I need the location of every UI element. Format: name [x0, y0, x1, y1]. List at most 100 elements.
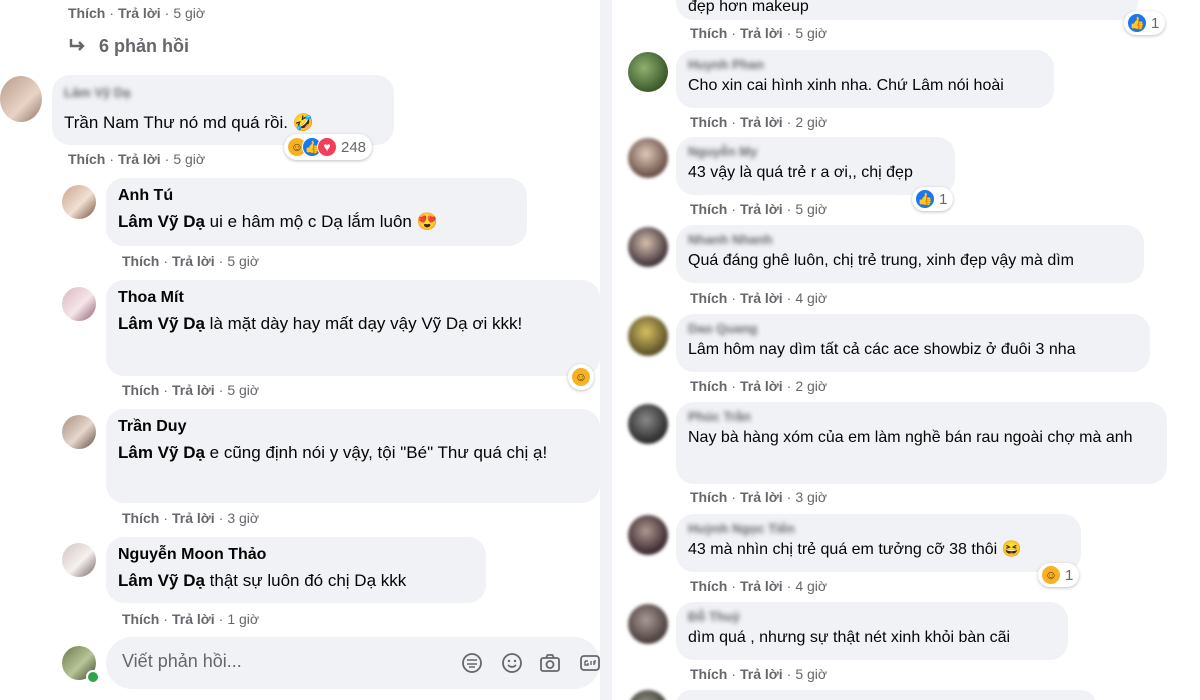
emoji-icon[interactable]	[500, 651, 524, 675]
timestamp[interactable]: 5 giờ	[173, 151, 205, 167]
like-link[interactable]: Thích	[690, 378, 727, 394]
like-link[interactable]: Thích	[122, 253, 159, 269]
avatar[interactable]	[62, 287, 96, 321]
reply-link[interactable]: Trả lời	[118, 151, 161, 167]
comment-actions: Thích · Trả lời · 5 giờ	[690, 666, 828, 682]
like-link[interactable]: Thích	[690, 666, 727, 682]
comment-author[interactable]: Huynh Phan	[688, 58, 1042, 72]
avatar[interactable]	[628, 52, 668, 92]
reply-link[interactable]: Trả lời	[740, 25, 783, 41]
comment-author[interactable]: Anh Tú	[118, 186, 515, 206]
reply-link[interactable]: Trả lời	[172, 382, 215, 398]
reply-composer[interactable]: Viết phản hồi...	[106, 637, 600, 689]
like-link[interactable]: Thích	[690, 290, 727, 306]
timestamp[interactable]: 2 giờ	[795, 378, 827, 394]
reply-link[interactable]: Trả lời	[172, 510, 215, 526]
comment-author[interactable]: Nguyễn My	[688, 145, 943, 159]
comment-bubble: Huynh Phan Cho xin cai hình xinh nha. Ch…	[676, 50, 1054, 108]
avatar-sticker-icon[interactable]	[460, 651, 484, 675]
timestamp[interactable]: 3 giờ	[227, 510, 259, 526]
avatar[interactable]	[628, 690, 668, 700]
reply-link[interactable]: Trả lời	[740, 489, 783, 505]
reply-link[interactable]: Trả lời	[740, 666, 783, 682]
avatar[interactable]	[62, 415, 96, 449]
comment-text: Lâm Vỹ Dạ thật sự luôn đó chị Dạ kkk	[118, 571, 407, 590]
avatar[interactable]	[62, 543, 96, 577]
comment-bubble: Đỗ Thuỷ dìm quá , nhưng sự thật nét xinh…	[676, 602, 1068, 660]
like-link[interactable]: Thích	[68, 151, 105, 167]
reply-actions: Thích · Trả lời · 5 giờ	[122, 382, 260, 398]
timestamp[interactable]: 2 giờ	[795, 114, 827, 130]
comment-actions: Thích · Trả lời · 2 giờ	[690, 114, 828, 130]
gif-icon[interactable]	[578, 651, 600, 675]
like-link[interactable]: Thích	[122, 611, 159, 627]
like-link[interactable]: Thích	[690, 114, 727, 130]
avatar[interactable]	[0, 76, 42, 122]
reply-link[interactable]: Trả lời	[118, 5, 161, 21]
avatar[interactable]	[62, 185, 96, 219]
mention-link[interactable]: Lâm Vỹ Dạ	[118, 571, 205, 590]
comment-author[interactable]: Nhanh Nhanh	[688, 233, 1132, 247]
timestamp[interactable]: 5 giờ	[795, 666, 827, 682]
reaction-summary[interactable]: ☺ 👍 ♥ 248	[284, 134, 373, 160]
reaction-summary[interactable]: 👍 1	[1124, 11, 1166, 35]
camera-icon[interactable]	[538, 651, 562, 675]
mention-link[interactable]: Lâm Vỹ Dạ	[118, 212, 205, 231]
view-replies-link[interactable]: 6 phản hồi	[68, 36, 189, 57]
reaction-count: 248	[341, 138, 367, 156]
reply-link[interactable]: Trả lời	[740, 378, 783, 394]
reaction-count: 1	[1065, 566, 1074, 584]
comment-actions: Thích · Trả lời · 5 giờ	[690, 25, 828, 41]
timestamp[interactable]: 1 giờ	[227, 611, 259, 627]
timestamp[interactable]: 5 giờ	[795, 201, 827, 217]
reaction-count: 1	[939, 190, 948, 208]
reply-bubble: Trần Duy Lâm Vỹ Dạ e cũng định nói y vậy…	[106, 409, 600, 503]
timestamp[interactable]: 5 giờ	[227, 253, 259, 269]
like-link[interactable]: Thích	[122, 382, 159, 398]
timestamp[interactable]: 4 giờ	[795, 578, 827, 594]
avatar[interactable]	[628, 515, 668, 555]
timestamp[interactable]: 4 giờ	[795, 290, 827, 306]
reply-link[interactable]: Trả lời	[172, 253, 215, 269]
comment-author[interactable]: Nguyễn Moon Thảo	[118, 545, 474, 565]
reply-link[interactable]: Trả lời	[740, 114, 783, 130]
like-link[interactable]: Thích	[122, 510, 159, 526]
comment-author[interactable]: Phúc Trần	[688, 410, 1155, 424]
like-link[interactable]: Thích	[690, 201, 727, 217]
like-link[interactable]: Thích	[690, 25, 727, 41]
mention-link[interactable]: Lâm Vỹ Dạ	[118, 314, 205, 333]
comment-author[interactable]: Dao Quang	[688, 322, 1138, 336]
reply-actions: Thích · Trả lời · 1 giờ	[122, 611, 260, 627]
reaction-summary[interactable]: 👍 1	[912, 187, 954, 211]
comment-author[interactable]: Trần Duy	[118, 417, 588, 437]
like-icon: 👍	[1127, 13, 1147, 33]
comment-author[interactable]: Huỳnh Ngọc Tiến	[688, 522, 1069, 536]
avatar[interactable]	[628, 404, 668, 444]
timestamp[interactable]: 5 giờ	[227, 382, 259, 398]
avatar[interactable]	[628, 316, 668, 356]
timestamp[interactable]: 5 giờ	[795, 25, 827, 41]
avatar[interactable]	[628, 138, 668, 178]
comment-author[interactable]: Đỗ Thuỷ	[688, 610, 1056, 624]
reply-actions: Thích · Trả lời · 5 giờ	[122, 253, 260, 269]
comment-author[interactable]: Thoa Mít	[118, 288, 588, 308]
reply-link[interactable]: Trả lời	[740, 201, 783, 217]
reply-input[interactable]: Viết phản hồi...	[122, 651, 242, 672]
comment-text: đẹp hơn makeup	[688, 0, 809, 15]
like-link[interactable]: Thích	[690, 578, 727, 594]
online-status-dot	[86, 670, 100, 684]
reaction-summary[interactable]: ☺ 1	[1038, 563, 1080, 587]
like-link[interactable]: Thích	[690, 489, 727, 505]
reply-link[interactable]: Trả lời	[740, 578, 783, 594]
comment-author[interactable]: Lâm Vỹ Dạ	[64, 83, 382, 103]
mention-link[interactable]: Lâm Vỹ Dạ	[118, 443, 205, 462]
like-link[interactable]: Thích	[68, 5, 105, 21]
timestamp[interactable]: 5 giờ	[173, 5, 205, 21]
reply-link[interactable]: Trả lời	[172, 611, 215, 627]
comment-bubble: Nguyễn My 43 vậy là quá trẻ r a ơi,, chị…	[676, 137, 955, 195]
timestamp[interactable]: 3 giờ	[795, 489, 827, 505]
avatar[interactable]	[628, 227, 668, 267]
reply-link[interactable]: Trả lời	[740, 290, 783, 306]
avatar[interactable]	[628, 604, 668, 644]
reaction-summary[interactable]: ☺	[568, 364, 594, 390]
